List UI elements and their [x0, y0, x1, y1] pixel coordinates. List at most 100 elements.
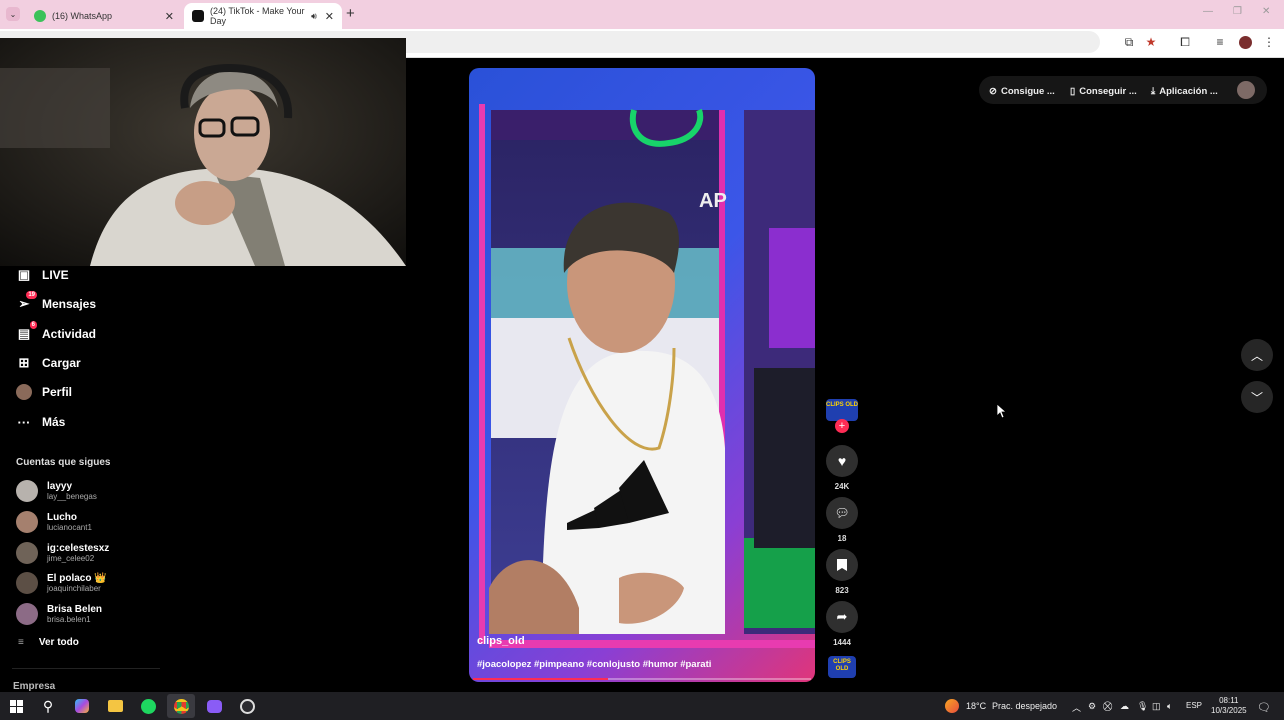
sidebar-item-profile[interactable]: Perfil: [16, 381, 72, 403]
wifi-icon[interactable]: ◫: [1152, 701, 1161, 712]
sidebar-item-label: Mensajes: [42, 297, 97, 311]
tray-network-icon[interactable]: ⛒: [1103, 701, 1112, 712]
video-player[interactable]: [469, 68, 815, 682]
chrome-icon[interactable]: [172, 697, 190, 715]
next-video-button[interactable]: ﹀: [1241, 381, 1273, 413]
start-button[interactable]: [7, 697, 25, 715]
see-all-label: Ver todo: [38, 637, 79, 648]
file-explorer-icon[interactable]: [106, 697, 124, 715]
clock-date: 10/3/2025: [1211, 706, 1247, 715]
tray-cloud-icon[interactable]: ☁︎: [1120, 701, 1129, 712]
weather-icon[interactable]: [943, 697, 961, 715]
tiktok-icon: [192, 10, 204, 22]
avatar: [16, 480, 38, 502]
clock[interactable]: 08:11 10/3/2025: [1211, 696, 1247, 716]
get-app-button[interactable]: ▯ Conseguir ...: [1070, 80, 1137, 102]
avatar: [16, 511, 38, 533]
video-caption[interactable]: #joacolopez #pimpeano #conlojusto #humor…: [477, 659, 711, 670]
profile-avatar: [16, 384, 32, 400]
obs-icon[interactable]: [238, 697, 256, 715]
language-indicator[interactable]: ESP: [1186, 701, 1202, 710]
account-name: ig:celestesxz: [47, 543, 110, 554]
sidebar-item-activity[interactable]: ▤ 6 Actividad: [16, 321, 96, 345]
new-tab-button[interactable]: +: [346, 5, 355, 22]
tray-expand-icon[interactable]: ︿: [1072, 701, 1081, 714]
search-icon[interactable]: ⚲: [39, 697, 57, 715]
previous-video-button[interactable]: ︿: [1241, 339, 1273, 371]
get-coins-label: Consigue ...: [1000, 85, 1055, 97]
tab-search-icon[interactable]: ⌄: [6, 7, 20, 21]
sidebar-item-upload[interactable]: ⊞ Cargar: [16, 352, 81, 374]
creator-avatar[interactable]: CLIPS OLD: [826, 399, 858, 421]
messages-badge: 19: [26, 291, 37, 299]
messages-icon: ➢ 19: [18, 291, 37, 311]
install-app-icon[interactable]: ⧉: [1122, 35, 1136, 49]
weather-description: Prac. despejado: [992, 701, 1058, 711]
following-account[interactable]: El polaco 👑 joaquinchilaber: [16, 569, 107, 597]
get-coins-button[interactable]: ⊘ Consigue ...: [989, 80, 1055, 102]
tab-whatsapp[interactable]: (16) WhatsApp ✕: [26, 3, 182, 29]
divider: [12, 668, 160, 669]
like-button[interactable]: ♥: [826, 445, 858, 477]
video-username[interactable]: clips_old: [477, 635, 525, 647]
sidebar-item-more[interactable]: ··· Más: [16, 411, 66, 433]
account-name: Brisa Belen: [47, 604, 103, 615]
bookmark-star-icon[interactable]: ★: [1144, 35, 1158, 49]
avatar: [16, 572, 38, 594]
phone-icon: ▯: [1070, 85, 1076, 97]
chevron-up-icon: ︿: [1250, 348, 1263, 363]
following-account[interactable]: layyy lay__benegas: [16, 477, 97, 505]
music-disc-avatar[interactable]: CLIPS OLD: [828, 656, 856, 678]
account-name: Lucho: [47, 512, 77, 523]
see-all-link[interactable]: ≡ Ver todo: [18, 637, 79, 648]
video-overlay-text: AP: [699, 190, 727, 212]
sidebar-item-live[interactable]: ▣ LIVE: [16, 264, 69, 286]
sidebar-item-label: LIVE: [42, 268, 69, 282]
volume-icon[interactable]: 🔈︎: [1167, 701, 1172, 712]
save-button[interactable]: [826, 549, 858, 581]
tab-title: (16) WhatsApp: [52, 11, 113, 21]
following-account[interactable]: Lucho lucianocant1: [16, 508, 92, 536]
desktop-app-label: Aplicación ...: [1159, 85, 1218, 97]
extensions-icon[interactable]: ⧠: [1178, 35, 1192, 49]
account-name: El polaco 👑: [47, 573, 107, 584]
webcam-overlay: [0, 38, 406, 266]
notification-icon[interactable]: 🗨︎: [1257, 701, 1271, 714]
tab-title: (24) TikTok - Make Your Day: [210, 6, 305, 26]
media-control-icon[interactable]: ≡: [1213, 35, 1227, 49]
discord-icon[interactable]: [205, 697, 223, 715]
spotify-icon[interactable]: [139, 697, 157, 715]
maximize-button[interactable]: ❐: [1233, 6, 1242, 17]
avatar: [16, 542, 38, 564]
desktop-app-button[interactable]: ⤓ Aplicación ...: [1151, 80, 1218, 102]
coin-icon: ⊘: [989, 85, 997, 97]
copilot-icon[interactable]: [73, 697, 91, 715]
follow-plus-icon[interactable]: +: [835, 419, 849, 433]
close-tab-icon[interactable]: ✕: [325, 10, 334, 23]
browser-menu-icon[interactable]: ⋮: [1262, 35, 1276, 49]
following-account[interactable]: ig:celestesxz jime_celee02: [16, 539, 109, 567]
sidebar-item-messages[interactable]: ➢ 19 Mensajes: [16, 291, 97, 315]
close-tab-icon[interactable]: ✕: [165, 10, 174, 23]
activity-badge: 6: [29, 321, 37, 329]
close-window-button[interactable]: ✕: [1262, 6, 1270, 17]
comment-count: 18: [837, 534, 847, 543]
comment-button[interactable]: 💬︎: [826, 497, 858, 529]
audio-playing-icon[interactable]: 🔊︎: [311, 11, 317, 22]
account-name: layyy: [47, 481, 73, 492]
footer-link-company[interactable]: Empresa: [13, 681, 55, 692]
tab-tiktok[interactable]: (24) TikTok - Make Your Day 🔊︎ ✕: [184, 3, 342, 29]
profile-avatar-icon[interactable]: [1238, 35, 1252, 49]
tray-app-icon[interactable]: ⚙︎: [1088, 701, 1096, 712]
share-button[interactable]: ➦: [826, 601, 858, 633]
share-count: 1444: [833, 638, 851, 647]
account-handle: jime_celee02: [47, 554, 95, 563]
share-icon: ➦: [836, 609, 848, 624]
weather-temp: 18°C: [966, 701, 987, 711]
following-account[interactable]: Brisa Belen brisa.belen1: [16, 600, 102, 628]
user-avatar[interactable]: [1237, 81, 1255, 99]
more-icon: ···: [17, 414, 31, 430]
whatsapp-icon: [34, 10, 46, 22]
microphone-icon[interactable]: 🎙︎: [1137, 701, 1148, 712]
minimize-button[interactable]: —: [1203, 6, 1213, 17]
